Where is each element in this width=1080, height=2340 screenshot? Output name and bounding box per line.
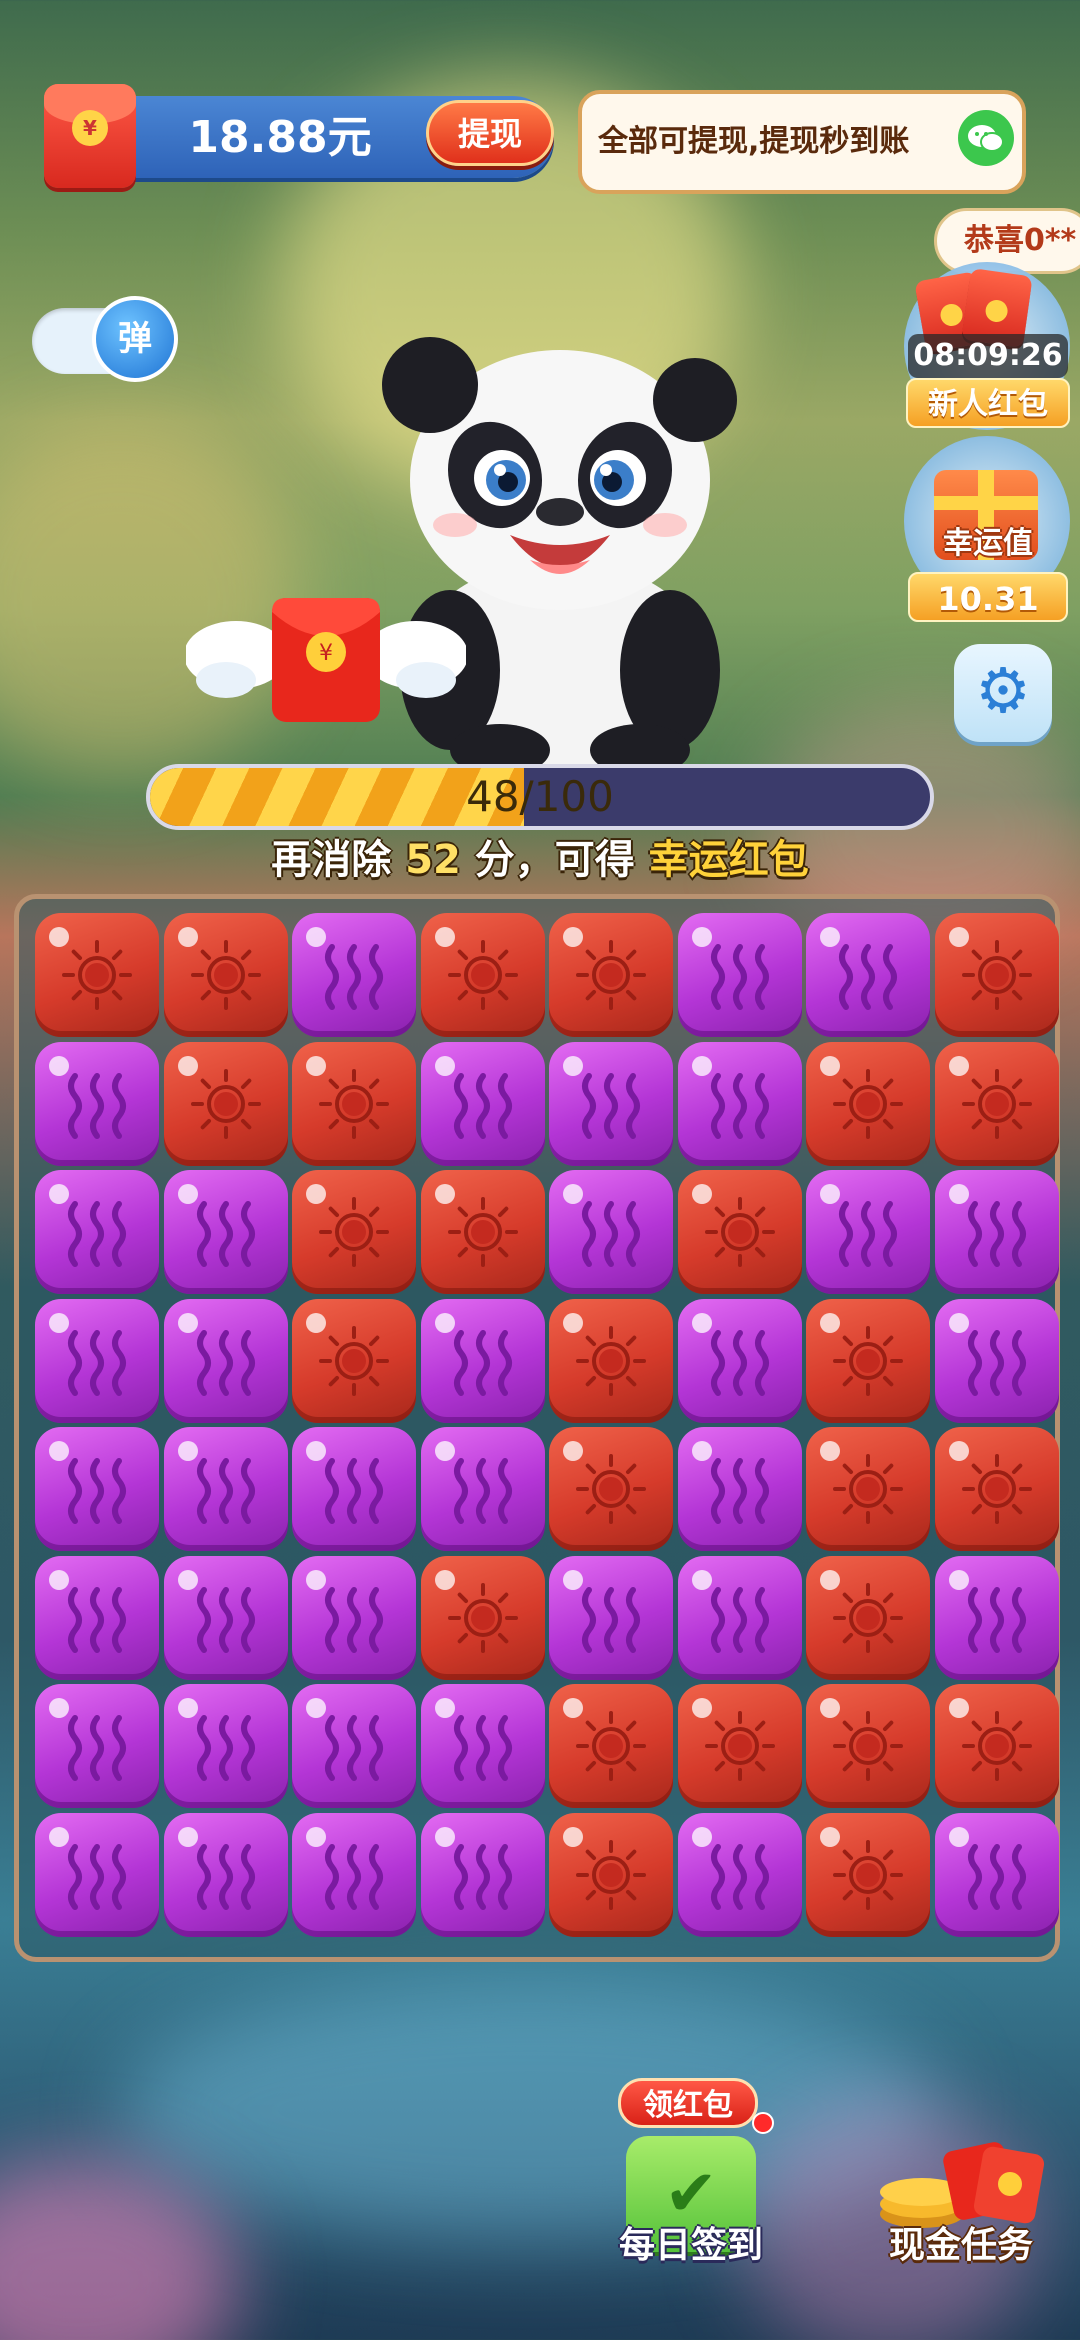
red-tile[interactable] (934, 1684, 1059, 1808)
red-tile[interactable] (549, 1427, 673, 1551)
red-tile[interactable] (549, 913, 673, 1037)
red-tile[interactable] (420, 1170, 545, 1294)
red-tile[interactable] (163, 913, 288, 1037)
red-tile[interactable] (35, 913, 159, 1037)
red-envelope-icon[interactable]: ¥ (44, 84, 136, 188)
purple-tile[interactable] (163, 1555, 288, 1680)
score-progress-text: 48/100 (466, 772, 614, 821)
bonus-hint-prefix: 再消除 (271, 837, 406, 883)
purple-tile[interactable] (292, 1427, 416, 1551)
luck-label: 幸运值 (943, 526, 1033, 561)
purple-tile[interactable] (35, 1812, 159, 1937)
purple-tile[interactable] (163, 1427, 288, 1551)
purple-tile[interactable] (806, 1170, 930, 1294)
notification-dot (752, 2112, 774, 2134)
purple-tile[interactable] (35, 1170, 159, 1294)
purple-tile[interactable] (163, 1298, 288, 1423)
settings-button[interactable]: ⚙ (954, 644, 1052, 742)
bonus-hint-reward: 幸运红包 (648, 837, 809, 883)
red-tile[interactable] (292, 1041, 416, 1166)
purple-tile[interactable] (677, 1427, 802, 1551)
red-tile[interactable] (420, 913, 545, 1037)
red-tile[interactable] (934, 913, 1059, 1037)
purple-tile[interactable] (549, 1041, 673, 1166)
purple-tile[interactable] (934, 1170, 1059, 1294)
purple-tile[interactable] (934, 1555, 1059, 1680)
purple-tile[interactable] (35, 1684, 159, 1808)
purple-tile[interactable] (163, 1812, 288, 1937)
bubble-toggle-knob[interactable]: 弹 (92, 296, 178, 382)
purple-tile[interactable] (934, 1298, 1059, 1423)
purple-tile[interactable] (163, 1170, 288, 1294)
newbie-countdown: 08:09:26 (908, 334, 1068, 378)
purple-tile[interactable] (420, 1041, 545, 1166)
purple-tile[interactable] (292, 1684, 416, 1808)
newbie-red-packet-label[interactable]: 新人红包 (906, 378, 1070, 428)
purple-tile[interactable] (677, 1298, 802, 1423)
purple-tile[interactable] (292, 913, 416, 1037)
red-tile[interactable] (806, 1298, 930, 1423)
red-tile[interactable] (677, 1170, 802, 1294)
red-tile[interactable] (420, 1555, 545, 1680)
withdraw-tip-text: 全部可提现,提现秒到账 (598, 124, 910, 159)
gear-icon: ⚙ (975, 654, 1031, 727)
red-tile[interactable] (934, 1041, 1059, 1166)
purple-tile[interactable] (677, 1041, 802, 1166)
bonus-hint-points: 52 (405, 837, 461, 883)
red-tile[interactable] (806, 1041, 930, 1166)
purple-tile[interactable] (35, 1427, 159, 1551)
svg-text:¥: ¥ (319, 641, 333, 666)
purple-tile[interactable] (420, 1684, 545, 1808)
purple-tile[interactable] (35, 1041, 159, 1166)
wechat-icon (958, 110, 1014, 166)
purple-tile[interactable] (549, 1170, 673, 1294)
red-tile[interactable] (163, 1041, 288, 1166)
luck-value: 10.31 (908, 572, 1068, 622)
purple-tile[interactable] (677, 1555, 802, 1680)
red-tile[interactable] (549, 1684, 673, 1808)
red-tile[interactable] (934, 1427, 1059, 1551)
purple-tile[interactable] (292, 1812, 416, 1937)
daily-checkin-label[interactable]: 每日签到 (596, 2218, 786, 2274)
purple-tile[interactable] (420, 1812, 545, 1937)
red-packet-badge[interactable]: 领红包 (618, 2078, 758, 2128)
purple-tile[interactable] (420, 1298, 545, 1423)
red-tile[interactable] (806, 1555, 930, 1680)
purple-tile[interactable] (677, 1812, 802, 1937)
cash-task-label[interactable]: 现金任务 (866, 2218, 1056, 2274)
bonus-hint: 再消除 52 分，可得 幸运红包 (140, 830, 940, 890)
red-tile[interactable] (806, 1684, 930, 1808)
red-tile[interactable] (806, 1427, 930, 1551)
withdraw-button[interactable]: 提现 (426, 100, 554, 166)
red-tile[interactable] (549, 1812, 673, 1937)
red-tile[interactable] (677, 1684, 802, 1808)
purple-tile[interactable] (806, 913, 930, 1037)
purple-tile[interactable] (292, 1555, 416, 1680)
purple-tile[interactable] (934, 1812, 1059, 1937)
purple-tile[interactable] (420, 1427, 545, 1551)
congrats-ticker-text: 恭喜0** (964, 223, 1077, 258)
purple-tile[interactable] (677, 913, 802, 1037)
red-tile[interactable] (292, 1170, 416, 1294)
purple-tile[interactable] (35, 1555, 159, 1680)
purple-tile[interactable] (549, 1555, 673, 1680)
bonus-hint-middle: 分，可得 (460, 837, 649, 883)
game-board (14, 894, 1060, 1962)
purple-tile[interactable] (163, 1684, 288, 1808)
red-tile[interactable] (549, 1298, 673, 1423)
purple-tile[interactable] (35, 1298, 159, 1423)
flying-red-envelope-icon[interactable]: ¥ (186, 590, 466, 730)
red-tile[interactable] (806, 1812, 930, 1937)
balance-amount: 18.88元 (188, 112, 372, 163)
red-tile[interactable] (292, 1298, 416, 1423)
